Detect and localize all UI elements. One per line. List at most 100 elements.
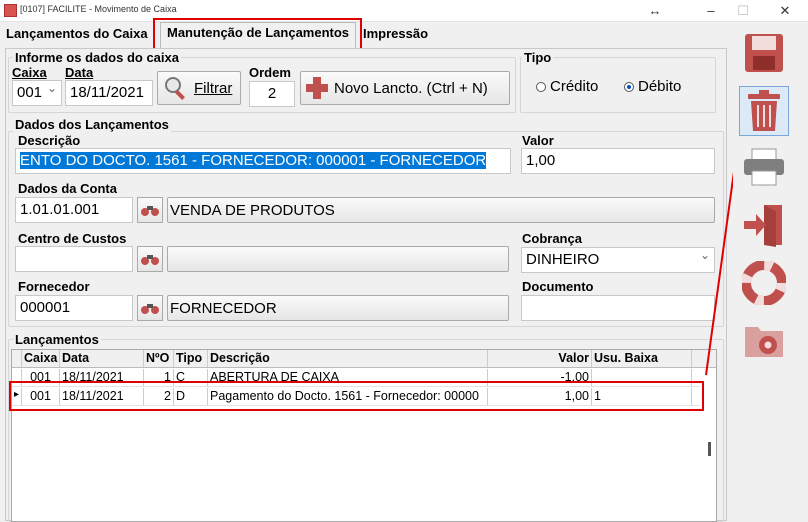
lancamentos-grid[interactable]: Caixa Data NºO Tipo Descrição Valor Usu.… bbox=[11, 349, 717, 522]
cell-valor: -1,00 bbox=[488, 369, 592, 386]
col-caixa[interactable]: Caixa bbox=[22, 350, 60, 367]
save-icon bbox=[745, 34, 783, 72]
table-row[interactable]: 001 18/11/2021 1 C ABERTURA DE CAIXA -1,… bbox=[12, 369, 700, 387]
title-bar: [0107] FACILITE - Movimento de Caixa ↔ –… bbox=[0, 0, 808, 22]
conta-name-field: VENDA DE PRODUTOS bbox=[167, 197, 715, 223]
help-button[interactable] bbox=[739, 258, 789, 308]
print-icon bbox=[744, 148, 784, 186]
minimize-button[interactable]: – bbox=[696, 1, 726, 21]
row-indicator bbox=[12, 369, 22, 386]
credito-radio[interactable]: Crédito bbox=[536, 78, 598, 95]
print-button[interactable] bbox=[739, 142, 789, 192]
close-button[interactable]: ✕ bbox=[770, 1, 800, 21]
descricao-value: ENTO DO DOCTO. 1561 - FORNECEDOR: 000001… bbox=[20, 152, 487, 169]
fornecedor-name-field: FORNECEDOR bbox=[167, 295, 509, 321]
credito-label: Crédito bbox=[550, 78, 599, 95]
conta-code-field[interactable]: 1.01.01.001 bbox=[15, 197, 133, 223]
caixa-label: Caixa bbox=[12, 65, 47, 80]
col-usu-baixa[interactable]: Usu. Baixa bbox=[592, 350, 692, 367]
debito-label: Débito bbox=[638, 78, 682, 95]
debito-radio-dot bbox=[624, 81, 634, 92]
cell-caixa: 001 bbox=[22, 388, 60, 405]
documento-label: Documento bbox=[522, 279, 594, 294]
settings-button[interactable] bbox=[739, 314, 789, 364]
descricao-label: Descrição bbox=[18, 133, 81, 148]
novo-lancamento-label: Novo Lancto. (Ctrl + N) bbox=[334, 79, 488, 97]
grid-indicator-header bbox=[12, 350, 22, 367]
fornecedor-code-field[interactable]: 000001 bbox=[15, 295, 133, 321]
valor-label: Valor bbox=[522, 133, 554, 148]
binoculars-icon bbox=[141, 255, 159, 265]
cell-caixa: 001 bbox=[22, 369, 60, 386]
restore-button[interactable]: ↔ bbox=[640, 1, 670, 21]
tab-manutencao-lancamentos[interactable]: Manutenção de Lançamentos bbox=[160, 22, 357, 48]
fornecedor-label: Fornecedor bbox=[18, 279, 90, 294]
main-panel: Informe os dados do caixa Caixa 001 Data… bbox=[5, 48, 727, 522]
cell-descricao: Pagamento do Docto. 1561 - Fornecedor: 0… bbox=[208, 388, 488, 405]
ordem-label: Ordem bbox=[249, 65, 291, 80]
exit-button[interactable] bbox=[739, 200, 789, 250]
conta-search-button[interactable] bbox=[137, 197, 163, 223]
novo-lancamento-button[interactable]: Novo Lancto. (Ctrl + N) bbox=[300, 71, 510, 105]
grid-scrollbar-thumb[interactable] bbox=[708, 442, 711, 456]
cell-no: 2 bbox=[144, 388, 174, 405]
cell-descricao: ABERTURA DE CAIXA bbox=[208, 369, 488, 386]
documento-field[interactable] bbox=[521, 295, 715, 321]
grid-header: Caixa Data NºO Tipo Descrição Valor Usu.… bbox=[12, 350, 716, 368]
valor-field[interactable]: 1,00 bbox=[521, 148, 715, 174]
cell-data: 18/11/2021 bbox=[60, 369, 144, 386]
cell-valor: 1,00 bbox=[488, 388, 592, 405]
cell-no: 1 bbox=[144, 369, 174, 386]
binoculars-icon bbox=[141, 304, 159, 314]
fornecedor-search-button[interactable] bbox=[137, 295, 163, 321]
plus-icon bbox=[306, 77, 328, 99]
cell-usu bbox=[592, 369, 692, 386]
tipo-group-title: Tipo bbox=[522, 50, 554, 65]
col-no[interactable]: NºO bbox=[144, 350, 174, 367]
maximize-button[interactable]: ☐ bbox=[728, 1, 758, 21]
help-icon bbox=[742, 261, 786, 305]
magnifier-icon bbox=[165, 77, 185, 100]
tab-lancamentos-caixa[interactable]: Lançamentos do Caixa bbox=[6, 26, 148, 41]
col-valor[interactable]: Valor bbox=[488, 350, 592, 367]
filtrar-button[interactable]: Filtrar bbox=[157, 71, 241, 105]
caixa-group-title: Informe os dados do caixa bbox=[13, 50, 181, 65]
col-data[interactable]: Data bbox=[60, 350, 144, 367]
credito-radio-dot bbox=[536, 81, 546, 92]
binoculars-icon bbox=[141, 206, 159, 216]
side-toolbar bbox=[733, 22, 808, 521]
cell-usu: 1 bbox=[592, 388, 692, 405]
delete-button[interactable] bbox=[739, 86, 789, 136]
tab-impressao[interactable]: Impressão bbox=[363, 26, 428, 41]
debito-radio[interactable]: Débito bbox=[624, 78, 681, 95]
trash-icon bbox=[748, 90, 780, 131]
tab-manutencao-label: Manutenção de Lançamentos bbox=[167, 25, 350, 40]
conta-label: Dados da Conta bbox=[18, 181, 117, 196]
cobranca-label: Cobrança bbox=[522, 231, 582, 246]
centro-code-field[interactable] bbox=[15, 246, 133, 272]
col-descricao[interactable]: Descrição bbox=[208, 350, 488, 367]
lancamentos-grid-title: Lançamentos bbox=[13, 332, 101, 347]
conta-name-value: VENDA DE PRODUTOS bbox=[170, 201, 335, 219]
lancamentos-data-title: Dados dos Lançamentos bbox=[13, 117, 171, 132]
app-icon bbox=[4, 4, 17, 17]
centro-search-button[interactable] bbox=[137, 246, 163, 272]
descricao-field[interactable]: ENTO DO DOCTO. 1561 - FORNECEDOR: 000001… bbox=[15, 148, 511, 174]
settings-icon bbox=[745, 327, 783, 357]
exit-icon bbox=[744, 205, 782, 247]
filtrar-label: Filtrar bbox=[194, 79, 233, 97]
cell-tipo: C bbox=[174, 369, 208, 386]
centro-label: Centro de Custos bbox=[18, 231, 127, 246]
data-field[interactable]: 18/11/2021 bbox=[65, 80, 153, 106]
window-title: [0107] FACILITE - Movimento de Caixa bbox=[20, 4, 177, 14]
data-label: Data bbox=[65, 65, 94, 80]
cobranca-select[interactable]: DINHEIRO bbox=[521, 247, 715, 273]
fornecedor-name-value: FORNECEDOR bbox=[170, 299, 277, 317]
caixa-select[interactable]: 001 bbox=[12, 80, 62, 106]
save-button[interactable] bbox=[739, 28, 789, 78]
table-row[interactable]: ▸ 001 18/11/2021 2 D Pagamento do Docto.… bbox=[12, 388, 700, 406]
tab-bar: Lançamentos do Caixa Manutenção de Lança… bbox=[0, 22, 730, 48]
cell-tipo: D bbox=[174, 388, 208, 405]
col-tipo[interactable]: Tipo bbox=[174, 350, 208, 367]
row-indicator: ▸ bbox=[12, 388, 22, 405]
